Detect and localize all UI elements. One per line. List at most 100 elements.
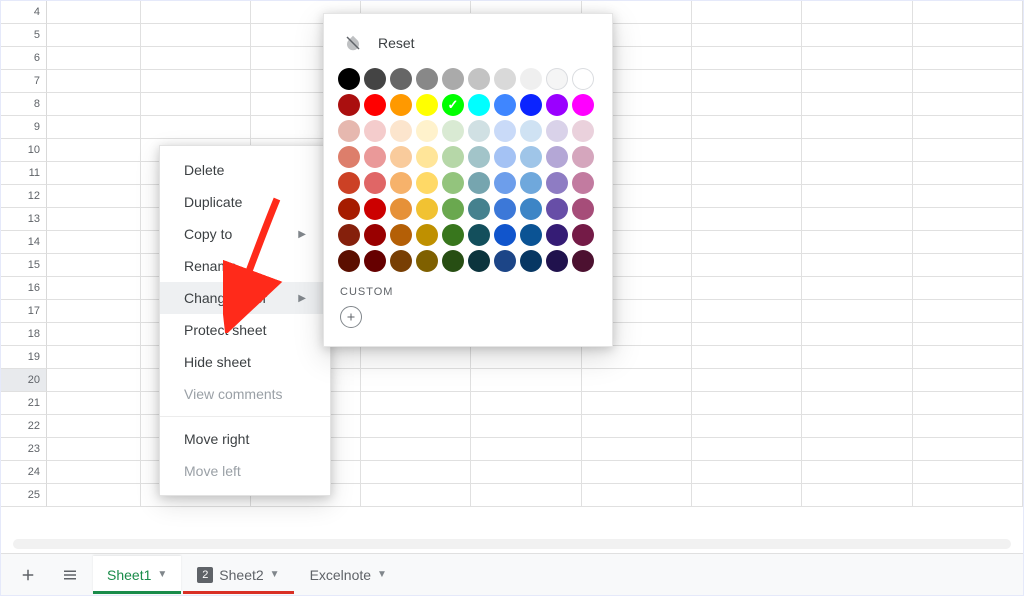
color-swatch[interactable]: ✓ bbox=[442, 94, 464, 116]
all-sheets-button[interactable] bbox=[51, 559, 89, 591]
cell[interactable] bbox=[802, 116, 912, 139]
cell[interactable] bbox=[47, 323, 141, 346]
color-swatch[interactable] bbox=[364, 120, 386, 142]
color-swatch[interactable] bbox=[364, 198, 386, 220]
cell[interactable] bbox=[692, 300, 802, 323]
color-swatch[interactable] bbox=[416, 198, 438, 220]
cell[interactable] bbox=[47, 185, 141, 208]
cell[interactable] bbox=[802, 231, 912, 254]
cell[interactable] bbox=[582, 484, 692, 507]
color-swatch[interactable] bbox=[442, 120, 464, 142]
cell[interactable] bbox=[802, 323, 912, 346]
color-swatch[interactable] bbox=[390, 68, 412, 90]
cell[interactable] bbox=[692, 484, 802, 507]
cell[interactable] bbox=[802, 162, 912, 185]
cell[interactable] bbox=[47, 484, 141, 507]
reset-color-button[interactable]: Reset bbox=[338, 28, 598, 58]
cell[interactable] bbox=[582, 392, 692, 415]
color-swatch[interactable] bbox=[546, 250, 568, 272]
add-sheet-button[interactable] bbox=[9, 559, 47, 591]
color-swatch[interactable] bbox=[338, 68, 360, 90]
color-swatch[interactable] bbox=[520, 224, 542, 246]
color-swatch[interactable] bbox=[416, 120, 438, 142]
color-swatch[interactable] bbox=[338, 224, 360, 246]
color-swatch[interactable] bbox=[546, 224, 568, 246]
row-header[interactable]: 19 bbox=[1, 346, 47, 369]
sheet-tab-excelnote[interactable]: Excelnote▼ bbox=[296, 556, 401, 594]
color-swatch[interactable] bbox=[546, 198, 568, 220]
row-header[interactable]: 11 bbox=[1, 162, 47, 185]
cell[interactable] bbox=[471, 484, 581, 507]
cell[interactable] bbox=[913, 231, 1023, 254]
cell[interactable] bbox=[47, 70, 141, 93]
color-swatch[interactable] bbox=[520, 250, 542, 272]
color-swatch[interactable] bbox=[468, 120, 490, 142]
color-swatch[interactable] bbox=[442, 250, 464, 272]
row-header[interactable]: 24 bbox=[1, 461, 47, 484]
color-swatch[interactable] bbox=[520, 94, 542, 116]
color-swatch[interactable] bbox=[546, 172, 568, 194]
menu-item-duplicate[interactable]: Duplicate bbox=[160, 186, 330, 218]
cell[interactable] bbox=[802, 369, 912, 392]
color-swatch[interactable] bbox=[364, 224, 386, 246]
cell[interactable] bbox=[361, 484, 471, 507]
cell[interactable] bbox=[802, 47, 912, 70]
cell[interactable] bbox=[913, 415, 1023, 438]
color-swatch[interactable] bbox=[338, 94, 360, 116]
cell[interactable] bbox=[582, 369, 692, 392]
cell[interactable] bbox=[802, 461, 912, 484]
menu-item-change-color[interactable]: Change color▶ bbox=[160, 282, 330, 314]
color-swatch[interactable] bbox=[468, 250, 490, 272]
cell[interactable] bbox=[47, 231, 141, 254]
color-swatch[interactable] bbox=[468, 198, 490, 220]
color-swatch[interactable] bbox=[572, 172, 594, 194]
row-header[interactable]: 18 bbox=[1, 323, 47, 346]
cell[interactable] bbox=[47, 139, 141, 162]
color-swatch[interactable] bbox=[468, 94, 490, 116]
row-header[interactable]: 10 bbox=[1, 139, 47, 162]
cell[interactable] bbox=[582, 415, 692, 438]
cell[interactable] bbox=[802, 484, 912, 507]
cell[interactable] bbox=[692, 24, 802, 47]
row-header[interactable]: 4 bbox=[1, 1, 47, 24]
row-header[interactable]: 23 bbox=[1, 438, 47, 461]
color-swatch[interactable] bbox=[546, 146, 568, 168]
color-swatch[interactable] bbox=[546, 94, 568, 116]
row-header[interactable]: 5 bbox=[1, 24, 47, 47]
cell[interactable] bbox=[802, 93, 912, 116]
cell[interactable] bbox=[913, 300, 1023, 323]
menu-item-hide-sheet[interactable]: Hide sheet bbox=[160, 346, 330, 378]
cell[interactable] bbox=[47, 438, 141, 461]
row-header[interactable]: 14 bbox=[1, 231, 47, 254]
color-swatch[interactable] bbox=[338, 146, 360, 168]
cell[interactable] bbox=[913, 392, 1023, 415]
color-swatch[interactable] bbox=[494, 120, 516, 142]
row-header[interactable]: 8 bbox=[1, 93, 47, 116]
cell[interactable] bbox=[692, 369, 802, 392]
row-header[interactable]: 16 bbox=[1, 277, 47, 300]
cell[interactable] bbox=[802, 208, 912, 231]
cell[interactable] bbox=[913, 346, 1023, 369]
cell[interactable] bbox=[802, 346, 912, 369]
cell[interactable] bbox=[47, 254, 141, 277]
row-header[interactable]: 6 bbox=[1, 47, 47, 70]
color-swatch[interactable] bbox=[572, 250, 594, 272]
color-swatch[interactable] bbox=[520, 172, 542, 194]
cell[interactable] bbox=[913, 254, 1023, 277]
cell[interactable] bbox=[692, 47, 802, 70]
row-header[interactable]: 17 bbox=[1, 300, 47, 323]
cell[interactable] bbox=[692, 346, 802, 369]
cell[interactable] bbox=[47, 208, 141, 231]
cell[interactable] bbox=[692, 392, 802, 415]
cell[interactable] bbox=[913, 461, 1023, 484]
menu-item-move-right[interactable]: Move right bbox=[160, 423, 330, 455]
color-swatch[interactable] bbox=[468, 224, 490, 246]
cell[interactable] bbox=[692, 277, 802, 300]
cell[interactable] bbox=[692, 139, 802, 162]
color-swatch[interactable] bbox=[572, 68, 594, 90]
cell[interactable] bbox=[692, 231, 802, 254]
cell[interactable] bbox=[802, 392, 912, 415]
color-swatch[interactable] bbox=[442, 68, 464, 90]
row-header[interactable]: 13 bbox=[1, 208, 47, 231]
menu-item-rename[interactable]: Rename bbox=[160, 250, 330, 282]
